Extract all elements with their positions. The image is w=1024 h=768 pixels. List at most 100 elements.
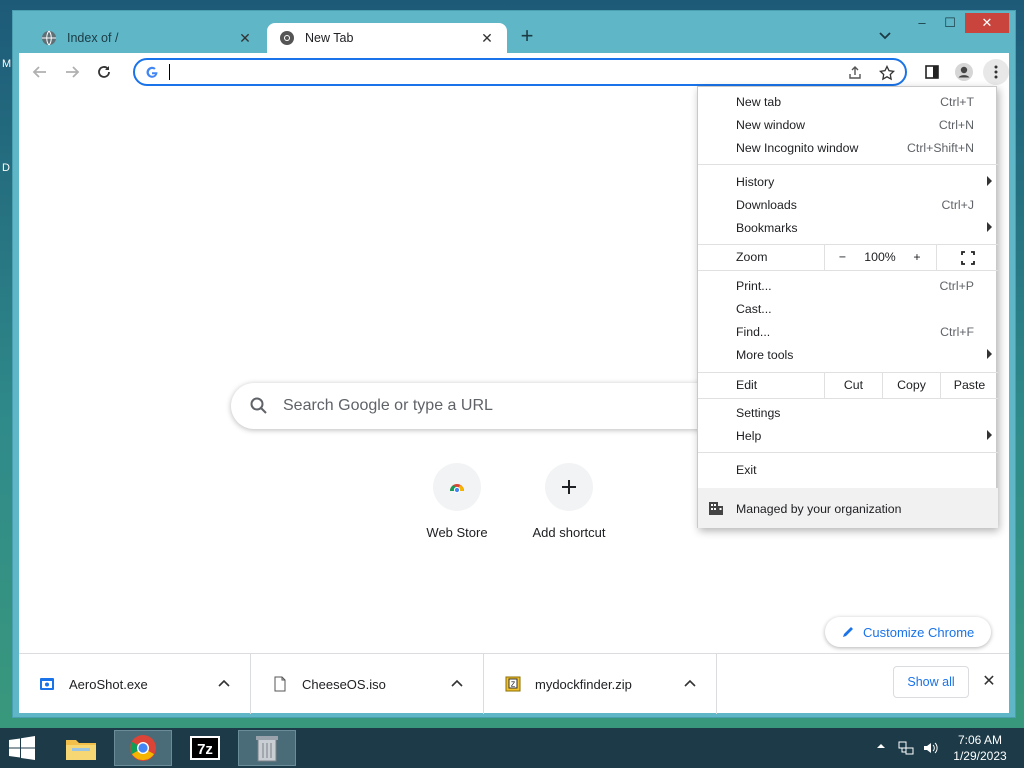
menu-zoom-row: Zoom − 100% +: [698, 245, 998, 270]
submenu-arrow-icon: [987, 430, 992, 440]
menu-label: New Incognito window: [736, 141, 859, 155]
omnibox[interactable]: [133, 58, 907, 86]
tab-close-button[interactable]: ✕: [237, 30, 253, 46]
chevron-up-icon[interactable]: [682, 676, 698, 692]
profile-icon[interactable]: [951, 59, 977, 85]
menu-item-bookmarks[interactable]: Bookmarks: [698, 217, 998, 240]
maximize-button[interactable]: ☐: [937, 13, 963, 33]
volume-icon[interactable]: [922, 740, 938, 759]
menu-item-managed[interactable]: Managed by your organization: [698, 488, 998, 528]
menu-item-help[interactable]: Help: [698, 425, 998, 448]
tab-strip: Index of / ✕ New Tab ✕ + – ☐ ✕: [13, 11, 1015, 53]
paste-button[interactable]: Paste: [940, 373, 998, 398]
downloads-bar: AeroShot.exe CheeseOS.iso Z mydockfinder…: [19, 653, 1009, 714]
menu-label: Edit: [736, 378, 758, 392]
desktop-edge-text-1: M: [2, 58, 12, 70]
tab-close-button[interactable]: ✕: [479, 30, 495, 46]
menu-item-settings[interactable]: Settings: [698, 402, 998, 425]
building-icon: [708, 501, 724, 515]
chrome-icon: [279, 30, 295, 46]
kebab-menu-icon[interactable]: [983, 59, 1009, 85]
tab-title: Index of /: [67, 31, 119, 45]
share-icon[interactable]: [845, 63, 865, 83]
side-panel-icon[interactable]: [919, 59, 945, 85]
search-placeholder: Search Google or type a URL: [283, 397, 493, 414]
zip-file-icon: Z: [505, 676, 521, 692]
recycle-app-icon[interactable]: [238, 730, 296, 766]
menu-label: Cast...: [736, 302, 772, 316]
zoom-level: 100%: [864, 250, 896, 264]
download-filename: mydockfinder.zip: [535, 676, 632, 692]
download-filename: CheeseOS.iso: [302, 676, 386, 692]
pencil-icon: [841, 625, 855, 639]
svg-text:7z: 7z: [197, 741, 213, 758]
menu-label: New window: [736, 118, 806, 132]
shortcut-web-store[interactable]: Web Store: [401, 463, 513, 540]
customize-label: Customize Chrome: [863, 624, 975, 640]
taskbar: 7z 7:06 AM 1/29/2023: [0, 728, 1024, 768]
chevron-up-icon[interactable]: [216, 676, 232, 692]
menu-item-print[interactable]: Print... Ctrl+P: [698, 275, 998, 298]
customize-chrome-button[interactable]: Customize Chrome: [825, 617, 991, 647]
desktop-edge-text-2: D: [2, 162, 10, 174]
menu-item-exit[interactable]: Exit: [698, 459, 998, 482]
file-explorer-icon[interactable]: [52, 730, 110, 766]
zoom-out-button[interactable]: −: [824, 245, 860, 270]
menu-label: Bookmarks: [736, 221, 798, 235]
menu-shortcut: Ctrl+Shift+N: [907, 141, 974, 155]
7zip-icon[interactable]: 7z: [176, 730, 234, 766]
clock-time: 7:06 AM: [957, 733, 1003, 747]
exe-file-icon: [39, 676, 55, 692]
menu-shortcut: Ctrl+J: [941, 198, 974, 212]
minimize-button[interactable]: –: [909, 13, 935, 33]
star-icon[interactable]: [877, 63, 897, 83]
menu-item-find[interactable]: Find... Ctrl+F: [698, 321, 998, 344]
zoom-in-button[interactable]: +: [900, 245, 934, 270]
menu-shortcut: Ctrl+P: [939, 279, 974, 293]
new-tab-button[interactable]: +: [515, 25, 539, 49]
chrome-main-menu: New tab Ctrl+T New window Ctrl+N New Inc…: [697, 86, 998, 528]
reload-icon[interactable]: [91, 59, 117, 85]
menu-item-history[interactable]: History: [698, 171, 998, 194]
windows-start-icon[interactable]: [8, 736, 38, 760]
window-close-button[interactable]: ✕: [965, 13, 1009, 33]
tab-new-tab[interactable]: New Tab ✕: [267, 23, 507, 53]
menu-item-cast[interactable]: Cast...: [698, 298, 998, 321]
tab-index-of[interactable]: Index of / ✕: [29, 23, 265, 53]
fullscreen-icon[interactable]: [936, 245, 998, 270]
menu-separator: [698, 270, 998, 271]
downloads-close-icon[interactable]: ✕: [981, 674, 997, 690]
menu-item-more-tools[interactable]: More tools: [698, 344, 998, 367]
globe-icon: [41, 30, 57, 46]
webstore-icon: [433, 463, 481, 511]
tab-title: New Tab: [305, 31, 354, 45]
svg-text:Z: Z: [511, 682, 516, 689]
chrome-taskbar-icon[interactable]: [114, 730, 172, 766]
copy-button[interactable]: Copy: [882, 373, 940, 398]
download-item[interactable]: Z mydockfinder.zip: [485, 654, 717, 714]
menu-edit-row: Edit Cut Copy Paste: [698, 373, 998, 398]
menu-label: Downloads: [736, 198, 797, 212]
menu-item-new-window[interactable]: New window Ctrl+N: [698, 114, 998, 137]
show-all-button[interactable]: Show all: [893, 666, 969, 698]
menu-label: Exit: [736, 463, 757, 477]
menu-item-new-incognito[interactable]: New Incognito window Ctrl+Shift+N: [698, 137, 998, 160]
cut-button[interactable]: Cut: [824, 373, 882, 398]
menu-item-downloads[interactable]: Downloads Ctrl+J: [698, 194, 998, 217]
download-item[interactable]: CheeseOS.iso: [252, 654, 484, 714]
menu-item-new-tab[interactable]: New tab Ctrl+T: [698, 91, 998, 114]
menu-label: Managed by your organization: [736, 502, 902, 516]
taskbar-clock[interactable]: 7:06 AM 1/29/2023: [940, 732, 1020, 764]
menu-label: Print...: [736, 279, 772, 293]
back-icon[interactable]: [27, 59, 53, 85]
tab-search-chevron-icon[interactable]: [875, 25, 895, 45]
forward-icon[interactable]: [59, 59, 85, 85]
download-item[interactable]: AeroShot.exe: [19, 654, 251, 714]
shortcut-add[interactable]: Add shortcut: [513, 463, 625, 540]
tray-chevron-up-icon[interactable]: [876, 740, 886, 754]
chevron-up-icon[interactable]: [449, 676, 465, 692]
submenu-arrow-icon: [987, 176, 992, 186]
menu-label: More tools: [736, 348, 794, 362]
google-g-icon: [145, 65, 159, 79]
network-icon[interactable]: [898, 740, 914, 759]
